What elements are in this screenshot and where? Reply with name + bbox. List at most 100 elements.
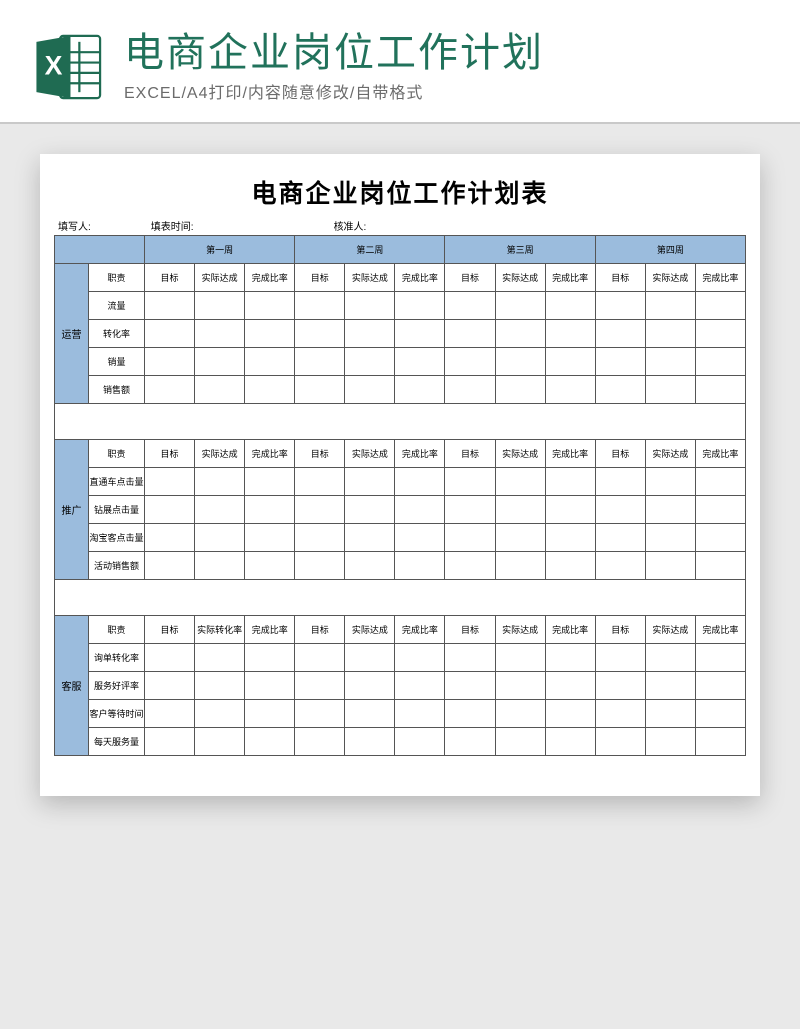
data-cell[interactable] <box>645 292 695 320</box>
data-cell[interactable] <box>295 524 345 552</box>
data-cell[interactable] <box>195 728 245 756</box>
data-cell[interactable] <box>495 376 545 404</box>
data-cell[interactable] <box>595 700 645 728</box>
data-cell[interactable] <box>595 728 645 756</box>
data-cell[interactable] <box>495 468 545 496</box>
data-cell[interactable] <box>645 644 695 672</box>
data-cell[interactable] <box>345 496 395 524</box>
data-cell[interactable] <box>445 292 495 320</box>
data-cell[interactable] <box>545 320 595 348</box>
data-cell[interactable] <box>445 348 495 376</box>
data-cell[interactable] <box>495 672 545 700</box>
data-cell[interactable] <box>145 644 195 672</box>
data-cell[interactable] <box>695 728 745 756</box>
data-cell[interactable] <box>145 524 195 552</box>
data-cell[interactable] <box>645 468 695 496</box>
data-cell[interactable] <box>295 468 345 496</box>
data-cell[interactable] <box>145 552 195 580</box>
data-cell[interactable] <box>195 496 245 524</box>
data-cell[interactable] <box>645 496 695 524</box>
data-cell[interactable] <box>445 524 495 552</box>
data-cell[interactable] <box>395 348 445 376</box>
data-cell[interactable] <box>195 672 245 700</box>
data-cell[interactable] <box>445 700 495 728</box>
data-cell[interactable] <box>645 700 695 728</box>
data-cell[interactable] <box>145 348 195 376</box>
data-cell[interactable] <box>245 700 295 728</box>
data-cell[interactable] <box>145 292 195 320</box>
data-cell[interactable] <box>245 552 295 580</box>
data-cell[interactable] <box>345 552 395 580</box>
data-cell[interactable] <box>395 320 445 348</box>
data-cell[interactable] <box>495 348 545 376</box>
data-cell[interactable] <box>295 728 345 756</box>
data-cell[interactable] <box>695 468 745 496</box>
data-cell[interactable] <box>545 700 595 728</box>
data-cell[interactable] <box>595 320 645 348</box>
data-cell[interactable] <box>595 552 645 580</box>
data-cell[interactable] <box>645 524 695 552</box>
data-cell[interactable] <box>145 700 195 728</box>
data-cell[interactable] <box>295 292 345 320</box>
data-cell[interactable] <box>495 292 545 320</box>
data-cell[interactable] <box>495 496 545 524</box>
data-cell[interactable] <box>395 728 445 756</box>
data-cell[interactable] <box>445 672 495 700</box>
data-cell[interactable] <box>195 644 245 672</box>
data-cell[interactable] <box>395 552 445 580</box>
data-cell[interactable] <box>495 552 545 580</box>
data-cell[interactable] <box>195 700 245 728</box>
data-cell[interactable] <box>245 348 295 376</box>
data-cell[interactable] <box>695 672 745 700</box>
data-cell[interactable] <box>245 376 295 404</box>
data-cell[interactable] <box>595 644 645 672</box>
data-cell[interactable] <box>345 728 395 756</box>
data-cell[interactable] <box>195 376 245 404</box>
data-cell[interactable] <box>445 644 495 672</box>
data-cell[interactable] <box>595 376 645 404</box>
data-cell[interactable] <box>145 376 195 404</box>
data-cell[interactable] <box>295 672 345 700</box>
data-cell[interactable] <box>195 292 245 320</box>
data-cell[interactable] <box>295 700 345 728</box>
data-cell[interactable] <box>695 320 745 348</box>
data-cell[interactable] <box>295 496 345 524</box>
data-cell[interactable] <box>695 376 745 404</box>
data-cell[interactable] <box>345 644 395 672</box>
data-cell[interactable] <box>245 728 295 756</box>
data-cell[interactable] <box>495 700 545 728</box>
data-cell[interactable] <box>345 524 395 552</box>
data-cell[interactable] <box>395 292 445 320</box>
data-cell[interactable] <box>395 496 445 524</box>
data-cell[interactable] <box>295 348 345 376</box>
data-cell[interactable] <box>195 320 245 348</box>
data-cell[interactable] <box>395 672 445 700</box>
data-cell[interactable] <box>545 524 595 552</box>
data-cell[interactable] <box>295 376 345 404</box>
data-cell[interactable] <box>595 292 645 320</box>
data-cell[interactable] <box>195 348 245 376</box>
data-cell[interactable] <box>545 728 595 756</box>
data-cell[interactable] <box>245 672 295 700</box>
data-cell[interactable] <box>145 728 195 756</box>
data-cell[interactable] <box>645 672 695 700</box>
data-cell[interactable] <box>545 292 595 320</box>
data-cell[interactable] <box>645 552 695 580</box>
data-cell[interactable] <box>345 700 395 728</box>
data-cell[interactable] <box>645 376 695 404</box>
data-cell[interactable] <box>595 348 645 376</box>
data-cell[interactable] <box>495 524 545 552</box>
data-cell[interactable] <box>245 320 295 348</box>
data-cell[interactable] <box>195 552 245 580</box>
data-cell[interactable] <box>345 672 395 700</box>
data-cell[interactable] <box>245 496 295 524</box>
data-cell[interactable] <box>545 552 595 580</box>
data-cell[interactable] <box>695 496 745 524</box>
data-cell[interactable] <box>195 468 245 496</box>
data-cell[interactable] <box>245 468 295 496</box>
data-cell[interactable] <box>445 552 495 580</box>
data-cell[interactable] <box>695 348 745 376</box>
data-cell[interactable] <box>445 496 495 524</box>
data-cell[interactable] <box>345 292 395 320</box>
data-cell[interactable] <box>395 524 445 552</box>
